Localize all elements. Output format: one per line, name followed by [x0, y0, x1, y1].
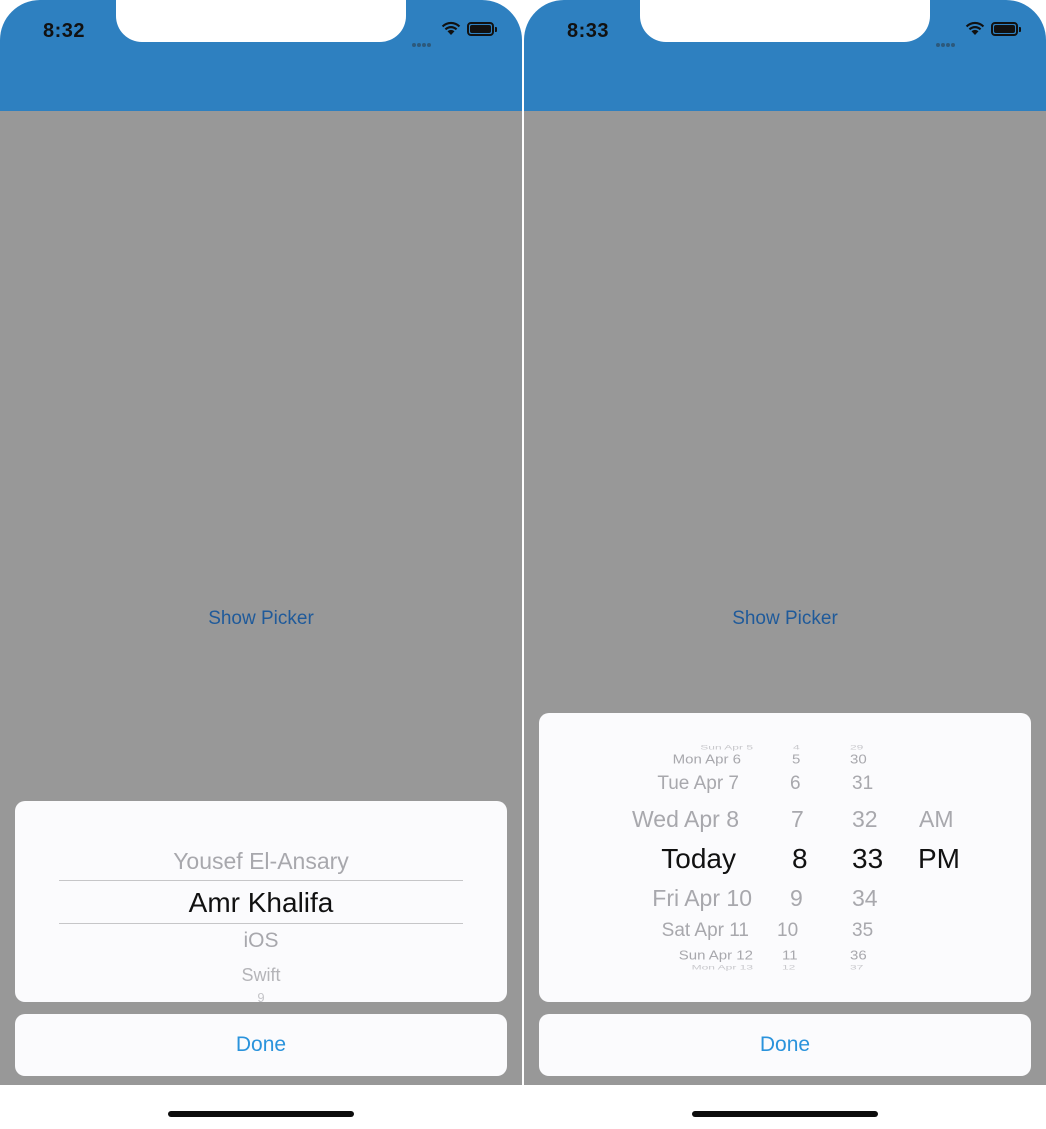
minute-picker-item[interactable]: 34 — [852, 885, 878, 912]
home-indicator — [692, 1111, 878, 1117]
minute-picker-item[interactable]: 36 — [850, 948, 867, 962]
ampm-picker-item[interactable]: AM — [919, 806, 954, 833]
picker-item[interactable]: iOS — [15, 929, 507, 953]
notch — [116, 0, 406, 42]
date-picker-item[interactable]: Mon Apr 13 — [692, 964, 753, 971]
minute-picker-item[interactable]: 29 — [850, 744, 863, 751]
navigation-header: 8:32 — [0, 0, 522, 111]
hour-picker-item[interactable]: 11 — [782, 948, 798, 962]
show-picker-button[interactable]: Show Picker — [0, 608, 522, 630]
minute-picker-item[interactable]: 37 — [850, 964, 863, 971]
date-picker-item[interactable]: Tue Apr 7 — [657, 773, 739, 795]
cellular-signal-icon — [936, 34, 956, 52]
ampm-picker-item-selected[interactable]: PM — [918, 843, 960, 875]
date-picker-sheet: Sun Apr 5 Mon Apr 6 Tue Apr 7 Wed Apr 8 … — [539, 713, 1031, 1002]
wifi-icon — [965, 21, 985, 35]
date-picker-item[interactable]: Wed Apr 8 — [632, 806, 739, 833]
hour-picker-item[interactable]: 7 — [791, 806, 804, 833]
hour-picker-item[interactable]: 5 — [792, 752, 800, 766]
show-picker-button[interactable]: Show Picker — [524, 608, 1046, 630]
date-picker-item[interactable]: Fri Apr 10 — [652, 885, 752, 912]
left-screen: 8:32 Show Picker Yousef El-Ansary Amr Kh… — [0, 0, 522, 1129]
right-screen: 8:33 Show Picker Sun Apr 5 Mon Apr 6 Tue… — [524, 0, 1046, 1129]
navigation-header: 8:33 — [524, 0, 1046, 111]
selection-divider-top — [59, 880, 463, 881]
minute-picker-item[interactable]: 32 — [852, 806, 878, 833]
minute-picker-item[interactable]: 30 — [850, 752, 867, 766]
picker-item[interactable]: Yousef El-Ansary — [15, 848, 507, 875]
hour-picker-item[interactable]: 4 — [793, 744, 800, 751]
date-picker-item[interactable]: Sun Apr 12 — [679, 948, 753, 962]
home-indicator — [168, 1111, 354, 1117]
battery-icon — [467, 22, 497, 36]
hour-picker-item-selected[interactable]: 8 — [792, 843, 808, 875]
notch — [640, 0, 930, 42]
dimmed-content: Show Picker Sun Apr 5 Mon Apr 6 Tue Apr … — [524, 111, 1046, 1085]
minute-picker-item[interactable]: 35 — [852, 920, 873, 942]
minute-picker-item[interactable]: 31 — [852, 773, 873, 795]
date-picker-item[interactable]: Sat Apr 11 — [662, 920, 749, 942]
date-picker-item[interactable]: Mon Apr 6 — [673, 752, 741, 766]
status-time: 8:32 — [43, 20, 86, 42]
status-time: 8:33 — [567, 20, 610, 42]
dimmed-content: Show Picker Yousef El-Ansary Amr Khalifa… — [0, 111, 522, 1085]
cellular-signal-icon — [412, 34, 432, 52]
hour-picker-item[interactable]: 9 — [790, 885, 803, 912]
hour-picker-item[interactable]: 12 — [782, 964, 795, 971]
hour-picker-item[interactable]: 10 — [777, 920, 798, 942]
date-picker-item-selected[interactable]: Today — [661, 843, 736, 875]
date-picker-item[interactable]: Sun Apr 5 — [700, 744, 753, 751]
picker-item-selected[interactable]: Amr Khalifa — [15, 887, 507, 919]
picker-item[interactable]: 9 — [15, 990, 507, 1002]
selection-divider-bottom — [59, 923, 463, 924]
done-button[interactable]: Done — [15, 1014, 507, 1076]
battery-icon — [991, 22, 1021, 36]
wifi-icon — [441, 21, 461, 35]
hour-picker-item[interactable]: 6 — [790, 773, 801, 795]
picker-sheet: Yousef El-Ansary Amr Khalifa iOS Swift 9 — [15, 801, 507, 1002]
done-button[interactable]: Done — [539, 1014, 1031, 1076]
minute-picker-item-selected[interactable]: 33 — [852, 843, 883, 875]
picker-item[interactable]: Swift — [15, 965, 507, 986]
